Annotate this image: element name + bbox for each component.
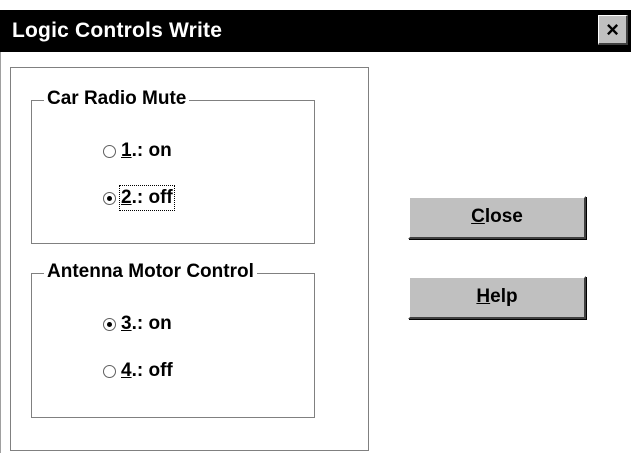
- antenna-motor-control-group: Antenna Motor Control 3.: on 4.: off: [31, 261, 315, 418]
- radio-option-1-on[interactable]: 1.: on: [103, 140, 172, 162]
- radio-option-3-label: 3.: on: [121, 313, 172, 335]
- radio-option-1-label: 1.: on: [121, 140, 172, 162]
- radio-checked-icon[interactable]: [103, 317, 116, 331]
- help-button-mnemonic: H: [476, 286, 491, 307]
- option-4-suffix: .: off: [131, 360, 173, 381]
- window-title: Logic Controls Write: [12, 19, 223, 42]
- close-button-mnemonic: C: [471, 206, 485, 227]
- option-3-suffix: .: on: [131, 313, 172, 334]
- car-radio-mute-title: Car Radio Mute: [44, 88, 190, 110]
- mnemonic-4: 4: [121, 360, 132, 381]
- radio-option-2-off[interactable]: 2.: off: [103, 185, 175, 211]
- dialog-window: Logic Controls Write × Car Radio Mute 1.…: [0, 0, 631, 453]
- radio-option-2-label: 2.: off: [119, 185, 175, 211]
- help-button-label: elp: [490, 286, 518, 307]
- close-icon[interactable]: ×: [598, 15, 628, 45]
- antenna-motor-control-title: Antenna Motor Control: [44, 261, 257, 283]
- mnemonic-2: 2: [121, 187, 132, 208]
- help-button[interactable]: Help: [408, 276, 586, 319]
- window-border: [0, 52, 1, 453]
- mnemonic-3: 3: [121, 313, 132, 334]
- radio-option-4-label: 4.: off: [121, 360, 173, 382]
- title-bar[interactable]: Logic Controls Write ×: [0, 10, 631, 52]
- mnemonic-1: 1: [121, 140, 132, 161]
- option-2-suffix: .: off: [131, 187, 173, 208]
- close-button[interactable]: Close: [408, 196, 586, 239]
- radio-unchecked-icon[interactable]: [103, 144, 116, 158]
- options-panel: Car Radio Mute 1.: on 2.: off Antenna Mo…: [10, 67, 369, 451]
- radio-checked-icon[interactable]: [103, 191, 116, 205]
- option-1-suffix: .: on: [131, 140, 172, 161]
- car-radio-mute-group: Car Radio Mute 1.: on 2.: off: [31, 88, 315, 244]
- close-button-label: lose: [484, 206, 523, 227]
- radio-option-3-on[interactable]: 3.: on: [103, 313, 172, 335]
- radio-option-4-off[interactable]: 4.: off: [103, 360, 173, 382]
- radio-unchecked-icon[interactable]: [103, 364, 116, 378]
